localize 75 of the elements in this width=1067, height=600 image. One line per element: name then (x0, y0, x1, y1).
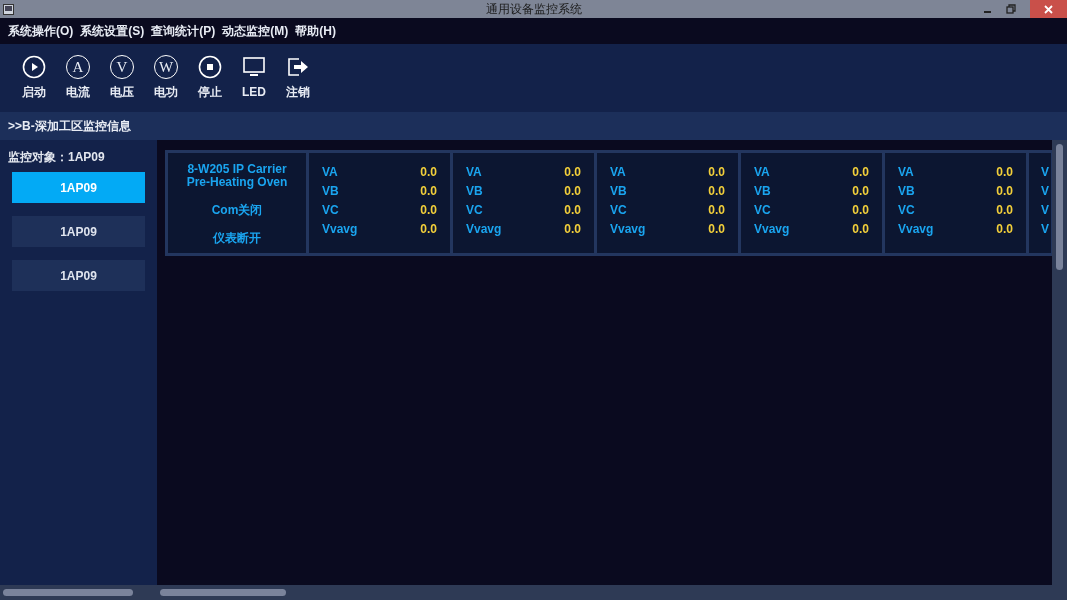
reading-label: VB (466, 183, 483, 200)
reading-label: Vvavg (754, 221, 790, 238)
reading-label: Vvavg (610, 221, 646, 238)
close-icon (1044, 4, 1053, 14)
reading-label: VC (466, 202, 483, 219)
reading-label: Vvavg (898, 221, 934, 238)
reading-value: 0.0 (996, 221, 1013, 238)
reading-value: 0.0 (852, 202, 869, 219)
reading-value: 0.0 (564, 202, 581, 219)
reading-label: V (1041, 164, 1049, 181)
reading-value: 0.0 (420, 221, 437, 238)
restore-icon[interactable] (1006, 4, 1016, 14)
toolbar-button[interactable]: 注销 (278, 55, 318, 101)
reading-label: VC (610, 202, 627, 219)
scrollbar-thumb[interactable] (1056, 144, 1063, 270)
exit-icon (286, 55, 310, 79)
toolbar-button[interactable]: W 电功 (146, 55, 186, 101)
menu-item[interactable]: 系统操作(O) (8, 22, 74, 40)
reading-label: VA (466, 164, 482, 181)
reading-label: V (1041, 202, 1049, 219)
reading-value: 0.0 (420, 164, 437, 181)
close-button[interactable] (1030, 0, 1067, 18)
reading-label: VC (322, 202, 339, 219)
reading-value: 0.0 (708, 183, 725, 200)
breadcrumb: >>B-深加工区监控信息 (8, 118, 131, 135)
reading-value: 0.0 (852, 183, 869, 200)
reading-label: VC (898, 202, 915, 219)
toolbar-button[interactable]: A 电流 (58, 55, 98, 101)
monitor-icon (242, 55, 266, 79)
reading-value: 0.0 (420, 183, 437, 200)
window-title: 通用设备监控系统 (485, 1, 582, 18)
scrollbar-thumb[interactable] (3, 589, 133, 596)
reading-value: 0.0 (852, 164, 869, 181)
scrollbar-thumb[interactable] (160, 589, 286, 596)
reading-label: VC (754, 202, 771, 219)
reading-value: 0.0 (564, 221, 581, 238)
play-icon (22, 55, 46, 79)
reading-label: Vvavg (322, 221, 358, 238)
monitor-target-label: 监控对象：1AP09 (7, 149, 106, 166)
menu-item[interactable]: 系统设置(S) (80, 22, 145, 40)
com-status: Com关闭 (211, 202, 263, 219)
reading-value: 0.0 (996, 183, 1013, 200)
stop-icon (198, 55, 222, 79)
reading-value: 0.0 (564, 164, 581, 181)
toolbar-button[interactable]: 停止 (190, 55, 230, 101)
reading-label: V (1041, 221, 1049, 238)
menu-item[interactable]: 动态监控(M) (222, 22, 289, 40)
app-icon (3, 3, 14, 15)
reading-value: 0.0 (420, 202, 437, 219)
reading-label: VA (898, 164, 914, 181)
reading-label: VA (610, 164, 626, 181)
menu-item[interactable]: 查询统计(P) (151, 22, 216, 40)
device-list-item[interactable]: 1AP09 (12, 216, 145, 247)
reading-value: 0.0 (564, 183, 581, 200)
reading-label: VB (898, 183, 915, 200)
reading-value: 0.0 (996, 202, 1013, 219)
reading-label: Vvavg (466, 221, 502, 238)
reading-label: VB (754, 183, 771, 200)
reading-label: V (1041, 183, 1049, 200)
reading-value: 0.0 (708, 221, 725, 238)
toolbar-button[interactable]: LED (234, 55, 274, 101)
meter-status: 仪表断开 (213, 230, 261, 247)
reading-label: VB (322, 183, 339, 200)
menu-item[interactable]: 帮助(H) (295, 22, 336, 40)
reading-value: 0.0 (708, 164, 725, 181)
reading-value: 0.0 (708, 202, 725, 219)
device-name: 8-W205 IP Carrier Pre-Heating Oven (185, 163, 289, 189)
device-list-item[interactable]: 1AP09 (12, 260, 145, 291)
reading-value: 0.0 (852, 221, 869, 238)
toolbar-button[interactable]: 启动 (14, 55, 54, 101)
reading-label: VB (610, 183, 627, 200)
reading-label: VA (754, 164, 770, 181)
reading-value: 0.0 (996, 164, 1013, 181)
reading-label: VA (322, 164, 338, 181)
toolbar-button[interactable]: V 电压 (102, 55, 142, 101)
